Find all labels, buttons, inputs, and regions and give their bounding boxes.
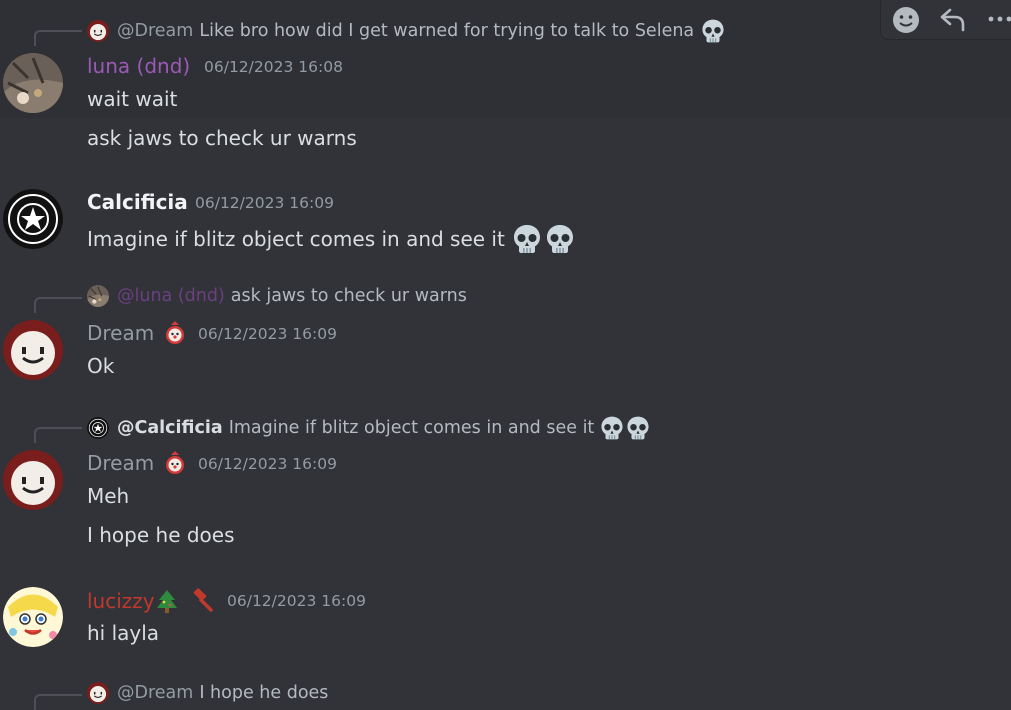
message-body: Imagine if blitz object comes in and see…: [87, 223, 576, 255]
reply-spine: [34, 694, 82, 710]
clown-badge-icon: [163, 451, 187, 475]
reply-text: Like bro how did I get warned for trying…: [199, 21, 695, 41]
message-timestamp: 06/12/2023 16:09: [198, 325, 337, 343]
skull-emoji-icon: [700, 18, 726, 44]
message-text: hi layla: [87, 621, 160, 645]
avatar: [87, 285, 109, 307]
avatar[interactable]: [3, 189, 63, 249]
skull-emoji-icon: [511, 223, 543, 255]
reply-spine: [34, 427, 82, 443]
message-timestamp: 06/12/2023 16:09: [198, 455, 337, 473]
avatar[interactable]: [3, 320, 63, 380]
message-timestamp: 06/12/2023 16:08: [204, 58, 343, 76]
reply-spine: [34, 297, 82, 313]
message-author-row: Dream: [87, 451, 187, 475]
message-text: Meh: [87, 484, 130, 508]
reply-text: I hope he does: [199, 683, 329, 703]
avatar[interactable]: [3, 587, 63, 647]
message-action-toolbar: [880, 0, 1011, 40]
clown-badge-icon: [163, 321, 187, 345]
reply-author[interactable]: @Dream: [117, 683, 193, 703]
message-author[interactable]: lucizzy: [87, 589, 155, 613]
add-reaction-icon[interactable]: [891, 5, 921, 35]
reply-author[interactable]: @Calcificia: [117, 418, 223, 438]
message-author-row: Dream: [87, 321, 187, 345]
reply-preview[interactable]: @Dream Like bro how did I get warned for…: [87, 18, 726, 44]
avatar: [87, 20, 109, 42]
reply-author[interactable]: @luna (dnd): [117, 286, 225, 306]
skull-emoji-icon: [544, 223, 576, 255]
avatar[interactable]: [3, 450, 63, 510]
message-author[interactable]: Dream: [87, 451, 154, 475]
message-author[interactable]: Dream: [87, 321, 154, 345]
message-timestamp: 06/12/2023 16:09: [195, 194, 334, 212]
reply-preview[interactable]: @Dream I hope he does: [87, 682, 328, 704]
message-author[interactable]: Calcificia: [87, 190, 188, 214]
message-text: I hope he does: [87, 523, 235, 547]
message-author[interactable]: luna (dnd): [87, 54, 190, 78]
message-text: Ok: [87, 354, 115, 378]
reply-text: ask jaws to check ur warns: [230, 286, 467, 306]
reply-text: Imagine if blitz object comes in and see…: [228, 418, 595, 438]
message-text: wait wait: [87, 87, 178, 111]
reply-author[interactable]: @Dream: [117, 21, 193, 41]
message-text: Imagine if blitz object comes in and see…: [87, 227, 505, 251]
avatar: [87, 417, 109, 439]
gavel-icon: [193, 588, 213, 612]
skull-emoji-icon: [599, 415, 625, 441]
message-author-row: lucizzy: [87, 588, 215, 614]
more-icon[interactable]: [985, 5, 1011, 33]
reply-spine: [34, 30, 82, 46]
skull-emoji-icon: [625, 415, 651, 441]
reply-preview[interactable]: @luna (dnd) ask jaws to check ur warns: [87, 285, 467, 307]
reply-preview[interactable]: @Calcificia Imagine if blitz object come…: [87, 415, 651, 441]
christmas-tree-icon: [156, 590, 177, 613]
reply-icon[interactable]: [939, 5, 967, 33]
message-timestamp: 06/12/2023 16:09: [227, 592, 366, 610]
avatar: [87, 682, 109, 704]
avatar[interactable]: [3, 53, 63, 113]
message-text: ask jaws to check ur warns: [87, 126, 357, 150]
